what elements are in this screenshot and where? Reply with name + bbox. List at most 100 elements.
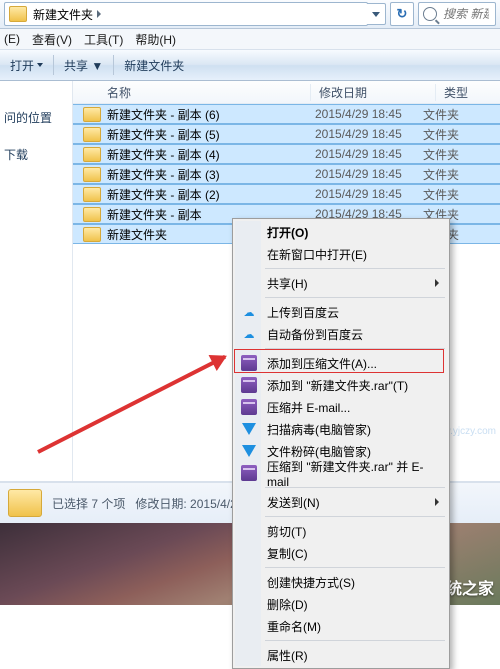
file-type: 文件夹 bbox=[423, 166, 459, 183]
file-date: 2015/4/29 18:45 bbox=[315, 187, 423, 201]
table-row[interactable]: 新建文件夹 - 副本 (2)2015/4/29 18:45文件夹 bbox=[73, 184, 500, 204]
ctx-open-new-window[interactable]: 在新窗口中打开(E) bbox=[235, 243, 447, 265]
folder-icon bbox=[83, 127, 101, 142]
ctx-rename[interactable]: 重命名(M) bbox=[235, 615, 447, 637]
sidebar-item-downloads[interactable]: 下载 bbox=[4, 146, 68, 163]
separator bbox=[265, 348, 445, 349]
ctx-label: 上传到百度云 bbox=[267, 304, 339, 321]
status-selection: 已选择 7 个项 bbox=[52, 497, 125, 511]
menu-edit[interactable]: (E) bbox=[4, 32, 20, 46]
folder-icon bbox=[9, 6, 27, 22]
folder-icon bbox=[83, 187, 101, 202]
column-type[interactable]: 类型 bbox=[436, 84, 500, 101]
file-type: 文件夹 bbox=[423, 186, 459, 203]
separator bbox=[113, 55, 114, 75]
context-menu: 打开(O) 在新窗口中打开(E) 共享(H) ☁ 上传到百度云 ☁ 自动备份到百度云… bbox=[232, 218, 450, 669]
cloud-icon: ☁ bbox=[241, 304, 257, 320]
history-dropdown-button[interactable] bbox=[367, 3, 386, 25]
folder-icon bbox=[83, 227, 101, 242]
breadcrumb-current: 新建文件夹 bbox=[33, 6, 93, 23]
rar-icon bbox=[241, 399, 257, 415]
ctx-label: 添加到 "新建文件夹.rar"(T) bbox=[267, 377, 408, 394]
file-name: 新建文件夹 - 副本 (6) bbox=[107, 106, 315, 123]
shield-icon bbox=[241, 443, 257, 459]
folder-icon bbox=[83, 167, 101, 182]
menu-view[interactable]: 查看(V) bbox=[32, 31, 72, 48]
file-name: 新建文件夹 - 副本 (3) bbox=[107, 166, 315, 183]
menu-tools[interactable]: 工具(T) bbox=[84, 31, 123, 48]
ctx-copy[interactable]: 复制(C) bbox=[235, 542, 447, 564]
separator bbox=[265, 268, 445, 269]
file-name: 新建文件夹 - 副本 (4) bbox=[107, 146, 315, 163]
refresh-icon: ↻ bbox=[397, 6, 408, 22]
separator bbox=[53, 55, 54, 75]
ctx-scan-virus[interactable]: 扫描病毒(电脑管家) bbox=[235, 418, 447, 440]
separator bbox=[265, 297, 445, 298]
chevron-down-icon bbox=[372, 12, 380, 17]
share-button[interactable]: 共享 ▼ bbox=[60, 55, 107, 76]
file-name: 新建文件夹 - 副本 (2) bbox=[107, 186, 315, 203]
file-name: 新建文件夹 - 副本 (5) bbox=[107, 126, 315, 143]
open-label: 打开 bbox=[10, 57, 34, 74]
ctx-compress-email[interactable]: 压缩并 E-mail... bbox=[235, 396, 447, 418]
folder-icon bbox=[83, 107, 101, 122]
command-bar: 打开 共享 ▼ 新建文件夹 bbox=[0, 50, 500, 81]
folder-icon bbox=[83, 207, 101, 222]
rar-icon bbox=[241, 465, 257, 481]
separator bbox=[265, 640, 445, 641]
address-bar[interactable]: 新建文件夹 bbox=[4, 2, 368, 26]
chevron-right-icon bbox=[97, 10, 101, 18]
file-date: 2015/4/29 18:45 bbox=[315, 107, 423, 121]
ctx-cut[interactable]: 剪切(T) bbox=[235, 520, 447, 542]
ctx-label: 压缩并 E-mail... bbox=[267, 399, 350, 416]
status-mod-label: 修改日期: bbox=[135, 497, 186, 511]
column-name[interactable]: 名称 bbox=[73, 84, 311, 101]
ctx-delete[interactable]: 删除(D) bbox=[235, 593, 447, 615]
ctx-properties[interactable]: 属性(R) bbox=[235, 644, 447, 666]
column-date[interactable]: 修改日期 bbox=[311, 84, 436, 101]
ctx-upload-baidu[interactable]: ☁ 上传到百度云 bbox=[235, 301, 447, 323]
ctx-share[interactable]: 共享(H) bbox=[235, 272, 447, 294]
share-label: 共享 ▼ bbox=[64, 57, 103, 74]
ctx-open-label: 打开(O) bbox=[267, 224, 308, 241]
menu-bar: (E) 查看(V) 工具(T) 帮助(H) bbox=[0, 29, 500, 50]
ctx-label: 压缩到 "新建文件夹.rar" 并 E-mail bbox=[267, 458, 439, 489]
ctx-open[interactable]: 打开(O) bbox=[235, 221, 447, 243]
menu-help[interactable]: 帮助(H) bbox=[135, 31, 176, 48]
open-button[interactable]: 打开 bbox=[6, 55, 47, 76]
navigation-pane: 问的位置 下载 bbox=[0, 81, 72, 481]
file-type: 文件夹 bbox=[423, 106, 459, 123]
table-row[interactable]: 新建文件夹 - 副本 (4)2015/4/29 18:45文件夹 bbox=[73, 144, 500, 164]
ctx-add-to-rar[interactable]: 添加到 "新建文件夹.rar"(T) bbox=[235, 374, 447, 396]
file-date: 2015/4/29 18:45 bbox=[315, 127, 423, 141]
table-row[interactable]: 新建文件夹 - 副本 (6)2015/4/29 18:45文件夹 bbox=[73, 104, 500, 124]
rar-icon bbox=[241, 377, 257, 393]
rar-icon bbox=[241, 355, 257, 371]
file-date: 2015/4/29 18:45 bbox=[315, 167, 423, 181]
search-icon bbox=[423, 7, 437, 21]
newfolder-label: 新建文件夹 bbox=[124, 57, 184, 74]
search-box[interactable] bbox=[418, 2, 496, 26]
column-headers: 名称 修改日期 类型 bbox=[73, 81, 500, 104]
table-row[interactable]: 新建文件夹 - 副本 (3)2015/4/29 18:45文件夹 bbox=[73, 164, 500, 184]
sidebar-item-recent[interactable]: 问的位置 bbox=[4, 109, 68, 126]
new-folder-button[interactable]: 新建文件夹 bbox=[120, 55, 188, 76]
separator bbox=[265, 516, 445, 517]
search-input[interactable] bbox=[441, 6, 491, 22]
folder-icon bbox=[8, 489, 42, 517]
ctx-auto-backup[interactable]: ☁ 自动备份到百度云 bbox=[235, 323, 447, 345]
table-row[interactable]: 新建文件夹 - 副本 (5)2015/4/29 18:45文件夹 bbox=[73, 124, 500, 144]
ctx-add-to-archive[interactable]: 添加到压缩文件(A)... bbox=[235, 352, 447, 374]
ctx-send-to[interactable]: 发送到(N) bbox=[235, 491, 447, 513]
file-type: 文件夹 bbox=[423, 146, 459, 163]
cloud-icon: ☁ bbox=[241, 326, 257, 342]
separator bbox=[265, 567, 445, 568]
ctx-label: 自动备份到百度云 bbox=[267, 326, 363, 343]
folder-icon bbox=[83, 147, 101, 162]
chevron-down-icon bbox=[37, 63, 43, 67]
file-type: 文件夹 bbox=[423, 126, 459, 143]
file-date: 2015/4/29 18:45 bbox=[315, 147, 423, 161]
ctx-create-shortcut[interactable]: 创建快捷方式(S) bbox=[235, 571, 447, 593]
ctx-compress-rar-email[interactable]: 压缩到 "新建文件夹.rar" 并 E-mail bbox=[235, 462, 447, 484]
refresh-button[interactable]: ↻ bbox=[390, 2, 414, 26]
